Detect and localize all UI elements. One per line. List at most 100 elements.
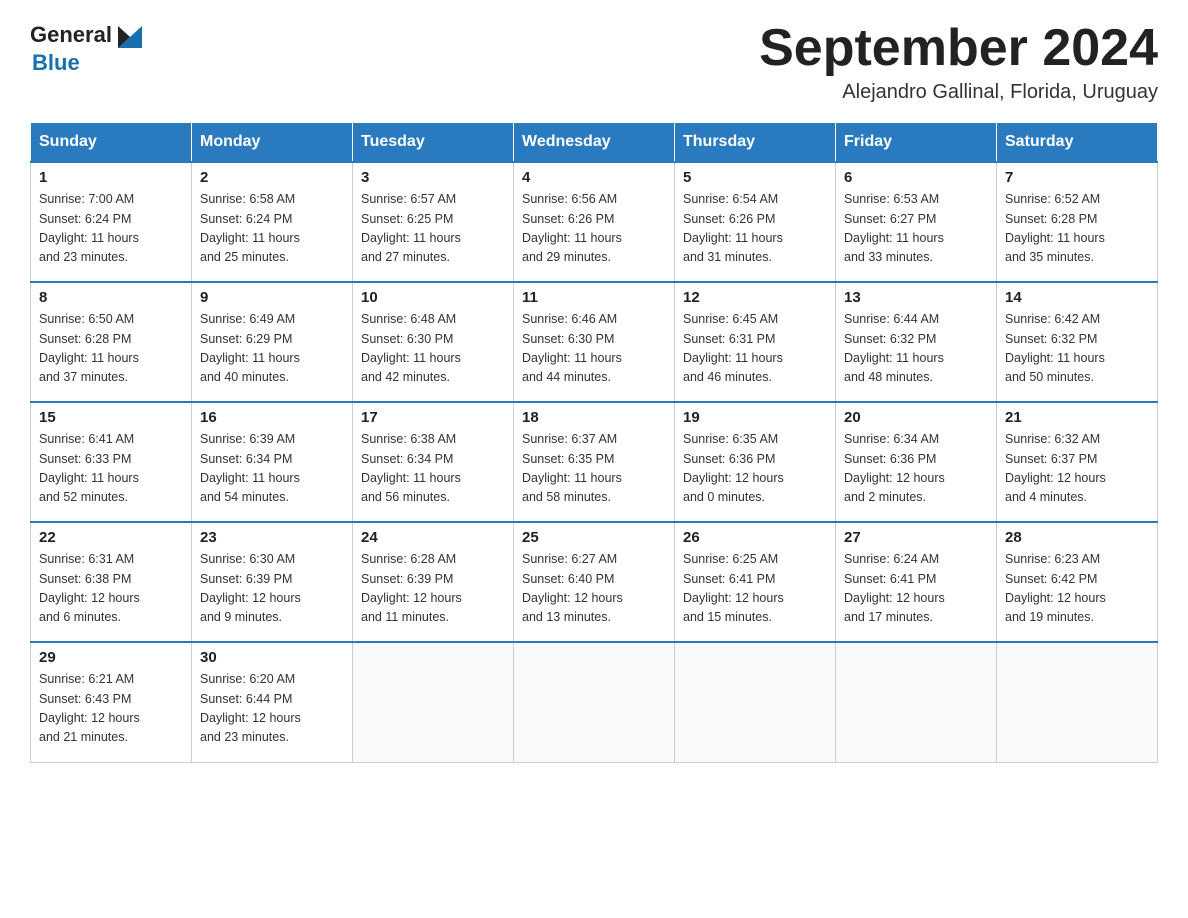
col-monday: Monday (192, 123, 353, 163)
day-info: Sunrise: 6:44 AMSunset: 6:32 PMDaylight:… (844, 310, 988, 388)
day-number: 14 (1005, 289, 1149, 306)
calendar-cell: 6 Sunrise: 6:53 AMSunset: 6:27 PMDayligh… (836, 162, 997, 282)
calendar-cell: 13 Sunrise: 6:44 AMSunset: 6:32 PMDaylig… (836, 282, 997, 402)
day-number: 11 (522, 289, 666, 306)
day-info: Sunrise: 6:58 AMSunset: 6:24 PMDaylight:… (200, 190, 344, 268)
day-info: Sunrise: 6:28 AMSunset: 6:39 PMDaylight:… (361, 550, 505, 628)
day-number: 22 (39, 529, 183, 546)
calendar-cell: 4 Sunrise: 6:56 AMSunset: 6:26 PMDayligh… (514, 162, 675, 282)
day-info: Sunrise: 6:25 AMSunset: 6:41 PMDaylight:… (683, 550, 827, 628)
day-number: 24 (361, 529, 505, 546)
calendar-cell: 24 Sunrise: 6:28 AMSunset: 6:39 PMDaylig… (353, 522, 514, 642)
calendar-cell: 29 Sunrise: 6:21 AMSunset: 6:43 PMDaylig… (31, 642, 192, 762)
day-info: Sunrise: 6:48 AMSunset: 6:30 PMDaylight:… (361, 310, 505, 388)
day-number: 7 (1005, 169, 1149, 186)
col-thursday: Thursday (675, 123, 836, 163)
calendar-cell: 3 Sunrise: 6:57 AMSunset: 6:25 PMDayligh… (353, 162, 514, 282)
day-number: 10 (361, 289, 505, 306)
calendar-cell: 27 Sunrise: 6:24 AMSunset: 6:41 PMDaylig… (836, 522, 997, 642)
day-info: Sunrise: 6:30 AMSunset: 6:39 PMDaylight:… (200, 550, 344, 628)
day-number: 8 (39, 289, 183, 306)
calendar-week-row: 15 Sunrise: 6:41 AMSunset: 6:33 PMDaylig… (31, 402, 1158, 522)
calendar-cell: 17 Sunrise: 6:38 AMSunset: 6:34 PMDaylig… (353, 402, 514, 522)
calendar-cell: 8 Sunrise: 6:50 AMSunset: 6:28 PMDayligh… (31, 282, 192, 402)
day-info: Sunrise: 6:38 AMSunset: 6:34 PMDaylight:… (361, 430, 505, 508)
day-number: 4 (522, 169, 666, 186)
day-number: 28 (1005, 529, 1149, 546)
day-info: Sunrise: 6:31 AMSunset: 6:38 PMDaylight:… (39, 550, 183, 628)
day-info: Sunrise: 6:42 AMSunset: 6:32 PMDaylight:… (1005, 310, 1149, 388)
day-info: Sunrise: 7:00 AMSunset: 6:24 PMDaylight:… (39, 190, 183, 268)
calendar-header-row: Sunday Monday Tuesday Wednesday Thursday… (31, 123, 1158, 163)
day-info: Sunrise: 6:24 AMSunset: 6:41 PMDaylight:… (844, 550, 988, 628)
col-wednesday: Wednesday (514, 123, 675, 163)
calendar-cell: 22 Sunrise: 6:31 AMSunset: 6:38 PMDaylig… (31, 522, 192, 642)
calendar-cell: 28 Sunrise: 6:23 AMSunset: 6:42 PMDaylig… (997, 522, 1158, 642)
col-saturday: Saturday (997, 123, 1158, 163)
calendar-cell: 12 Sunrise: 6:45 AMSunset: 6:31 PMDaylig… (675, 282, 836, 402)
day-info: Sunrise: 6:50 AMSunset: 6:28 PMDaylight:… (39, 310, 183, 388)
calendar-cell: 11 Sunrise: 6:46 AMSunset: 6:30 PMDaylig… (514, 282, 675, 402)
calendar-title: September 2024 (759, 20, 1158, 77)
day-info: Sunrise: 6:27 AMSunset: 6:40 PMDaylight:… (522, 550, 666, 628)
calendar-table: Sunday Monday Tuesday Wednesday Thursday… (30, 122, 1158, 763)
day-info: Sunrise: 6:52 AMSunset: 6:28 PMDaylight:… (1005, 190, 1149, 268)
logo-text-general: General (30, 22, 112, 48)
calendar-cell: 26 Sunrise: 6:25 AMSunset: 6:41 PMDaylig… (675, 522, 836, 642)
day-info: Sunrise: 6:37 AMSunset: 6:35 PMDaylight:… (522, 430, 666, 508)
day-info: Sunrise: 6:56 AMSunset: 6:26 PMDaylight:… (522, 190, 666, 268)
day-info: Sunrise: 6:20 AMSunset: 6:44 PMDaylight:… (200, 670, 344, 748)
calendar-title-block: September 2024 Alejandro Gallinal, Flori… (759, 20, 1158, 104)
day-number: 18 (522, 409, 666, 426)
calendar-cell: 21 Sunrise: 6:32 AMSunset: 6:37 PMDaylig… (997, 402, 1158, 522)
calendar-cell: 7 Sunrise: 6:52 AMSunset: 6:28 PMDayligh… (997, 162, 1158, 282)
day-info: Sunrise: 6:53 AMSunset: 6:27 PMDaylight:… (844, 190, 988, 268)
calendar-cell: 1 Sunrise: 7:00 AMSunset: 6:24 PMDayligh… (31, 162, 192, 282)
day-number: 12 (683, 289, 827, 306)
day-number: 19 (683, 409, 827, 426)
calendar-cell: 30 Sunrise: 6:20 AMSunset: 6:44 PMDaylig… (192, 642, 353, 762)
day-info: Sunrise: 6:45 AMSunset: 6:31 PMDaylight:… (683, 310, 827, 388)
col-friday: Friday (836, 123, 997, 163)
calendar-cell: 23 Sunrise: 6:30 AMSunset: 6:39 PMDaylig… (192, 522, 353, 642)
calendar-subtitle: Alejandro Gallinal, Florida, Uruguay (759, 81, 1158, 104)
day-info: Sunrise: 6:34 AMSunset: 6:36 PMDaylight:… (844, 430, 988, 508)
calendar-cell (997, 642, 1158, 762)
calendar-week-row: 1 Sunrise: 7:00 AMSunset: 6:24 PMDayligh… (31, 162, 1158, 282)
page-header: General Blue September 2024 Alejandro Ga… (30, 20, 1158, 104)
calendar-cell: 5 Sunrise: 6:54 AMSunset: 6:26 PMDayligh… (675, 162, 836, 282)
day-number: 16 (200, 409, 344, 426)
calendar-cell (675, 642, 836, 762)
day-number: 3 (361, 169, 505, 186)
calendar-cell: 14 Sunrise: 6:42 AMSunset: 6:32 PMDaylig… (997, 282, 1158, 402)
day-info: Sunrise: 6:41 AMSunset: 6:33 PMDaylight:… (39, 430, 183, 508)
calendar-cell: 19 Sunrise: 6:35 AMSunset: 6:36 PMDaylig… (675, 402, 836, 522)
day-number: 13 (844, 289, 988, 306)
calendar-week-row: 22 Sunrise: 6:31 AMSunset: 6:38 PMDaylig… (31, 522, 1158, 642)
logo-icon (114, 20, 146, 50)
day-number: 27 (844, 529, 988, 546)
day-info: Sunrise: 6:57 AMSunset: 6:25 PMDaylight:… (361, 190, 505, 268)
calendar-cell: 16 Sunrise: 6:39 AMSunset: 6:34 PMDaylig… (192, 402, 353, 522)
calendar-cell (514, 642, 675, 762)
day-info: Sunrise: 6:46 AMSunset: 6:30 PMDaylight:… (522, 310, 666, 388)
calendar-cell: 2 Sunrise: 6:58 AMSunset: 6:24 PMDayligh… (192, 162, 353, 282)
calendar-cell: 10 Sunrise: 6:48 AMSunset: 6:30 PMDaylig… (353, 282, 514, 402)
calendar-cell: 15 Sunrise: 6:41 AMSunset: 6:33 PMDaylig… (31, 402, 192, 522)
day-info: Sunrise: 6:54 AMSunset: 6:26 PMDaylight:… (683, 190, 827, 268)
day-number: 21 (1005, 409, 1149, 426)
day-number: 15 (39, 409, 183, 426)
calendar-cell: 25 Sunrise: 6:27 AMSunset: 6:40 PMDaylig… (514, 522, 675, 642)
calendar-cell: 18 Sunrise: 6:37 AMSunset: 6:35 PMDaylig… (514, 402, 675, 522)
day-number: 20 (844, 409, 988, 426)
day-info: Sunrise: 6:23 AMSunset: 6:42 PMDaylight:… (1005, 550, 1149, 628)
day-number: 17 (361, 409, 505, 426)
calendar-cell (836, 642, 997, 762)
day-info: Sunrise: 6:21 AMSunset: 6:43 PMDaylight:… (39, 670, 183, 748)
day-info: Sunrise: 6:32 AMSunset: 6:37 PMDaylight:… (1005, 430, 1149, 508)
logo-text-blue: Blue (32, 50, 80, 75)
calendar-cell: 20 Sunrise: 6:34 AMSunset: 6:36 PMDaylig… (836, 402, 997, 522)
day-info: Sunrise: 6:39 AMSunset: 6:34 PMDaylight:… (200, 430, 344, 508)
col-tuesday: Tuesday (353, 123, 514, 163)
day-number: 5 (683, 169, 827, 186)
